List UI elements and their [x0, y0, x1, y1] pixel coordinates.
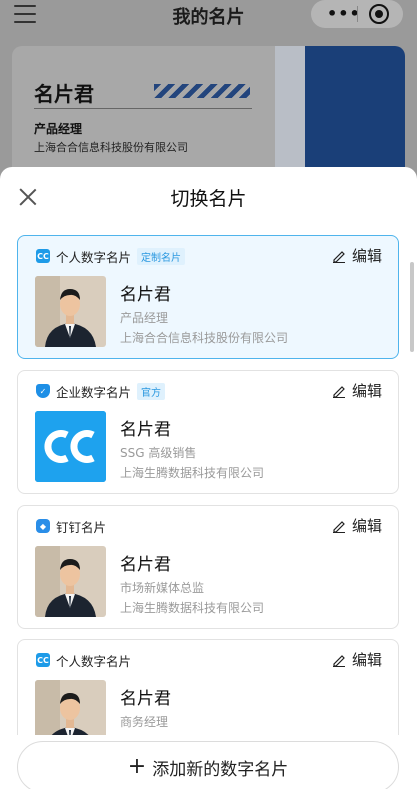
card-name: 名片君	[120, 689, 171, 709]
edit-button[interactable]: 编辑	[332, 515, 382, 536]
dingtalk-icon: ◆	[36, 519, 50, 533]
edit-button[interactable]: 编辑	[332, 380, 382, 401]
pencil-icon	[332, 385, 345, 398]
card-name: 名片君	[120, 420, 171, 440]
card-company: 上海合合信息科技股份有限公司	[34, 141, 188, 154]
pencil-icon	[332, 520, 345, 533]
card-type: ✓ 企业数字名片 官方	[36, 382, 166, 400]
company-logo	[35, 411, 106, 482]
edit-label: 编辑	[351, 247, 382, 265]
card-type-label: 个人数字名片	[56, 249, 132, 265]
card-divider	[34, 108, 252, 109]
avatar	[35, 276, 106, 347]
card-hatch-pattern	[154, 84, 250, 98]
card-name: 名片君	[120, 555, 171, 575]
card-title: 市场新媒体总监	[120, 581, 205, 595]
sheet-title: 切换名片	[170, 188, 247, 210]
card-list[interactable]: CC 个人数字名片 定制名片 编辑 名片君 产品经理 上海合合信息科技股份有限公…	[0, 235, 417, 735]
cc-icon: CC	[36, 653, 50, 667]
card-item-personal-selected[interactable]: CC 个人数字名片 定制名片 编辑 名片君 产品经理 上海合合信息科技股份有限公…	[17, 235, 399, 359]
plus-icon: +	[127, 754, 147, 779]
card-name: 名片君	[34, 82, 94, 106]
card-badge: 定制名片	[137, 247, 186, 265]
avatar	[35, 546, 106, 617]
card-title: SSG 高级销售	[120, 446, 197, 460]
card-company: 上海生腾数据科技有限公司	[120, 466, 265, 480]
card-title: 商务经理	[120, 715, 169, 729]
switch-card-sheet: 切换名片 CC 个人数字名片 定制名片 编辑 名片君 产品经理 上海合合信息科技…	[0, 167, 417, 789]
edit-label: 编辑	[351, 651, 382, 669]
scrollbar[interactable]	[410, 262, 414, 352]
avatar	[35, 680, 106, 735]
card-item-enterprise[interactable]: ✓ 企业数字名片 官方 编辑 名片君 SSG 高级销售 上海生腾数据科技有限公司	[17, 370, 399, 494]
mini-program-capsule[interactable]: •••	[311, 0, 403, 28]
edit-label: 编辑	[351, 382, 382, 400]
card-stripe-blue	[305, 46, 405, 186]
card-company: 上海生腾数据科技有限公司	[120, 601, 265, 615]
business-card-preview: 名片君 产品经理 上海合合信息科技股份有限公司	[12, 46, 405, 186]
edit-button[interactable]: 编辑	[332, 649, 382, 670]
card-type-label: 个人数字名片	[56, 653, 132, 669]
shield-icon: ✓	[36, 384, 50, 398]
sheet-header: 切换名片	[0, 167, 417, 227]
card-item-dingtalk[interactable]: ◆ 钉钉名片 编辑 名片君 市场新媒体总监 上海生腾数据科技有限公司	[17, 505, 399, 629]
pencil-icon	[332, 654, 345, 667]
edit-button[interactable]: 编辑	[332, 245, 382, 266]
capsule-divider	[357, 6, 358, 22]
top-bar: 我的名片 •••	[0, 0, 417, 30]
card-stripe	[275, 46, 305, 186]
edit-label: 编辑	[351, 517, 382, 535]
card-title: 产品经理	[34, 122, 83, 136]
card-name: 名片君	[120, 285, 171, 305]
card-type-label: 钉钉名片	[56, 519, 107, 535]
pencil-icon	[332, 250, 345, 263]
card-type-label: 企业数字名片	[56, 384, 132, 400]
more-icon[interactable]: •••	[327, 4, 361, 23]
card-company: 上海合合信息科技股份有限公司	[120, 331, 289, 345]
card-item-personal[interactable]: CC 个人数字名片 编辑 名片君 商务经理	[17, 639, 399, 735]
card-type: CC 个人数字名片 定制名片	[36, 247, 186, 265]
card-type: ◆ 钉钉名片	[36, 518, 107, 535]
card-title: 产品经理	[120, 311, 169, 325]
add-card-button[interactable]: + 添加新的数字名片	[17, 741, 399, 789]
card-type: CC 个人数字名片	[36, 652, 132, 669]
add-card-label: 添加新的数字名片	[152, 759, 289, 780]
card-badge: 官方	[137, 382, 166, 400]
close-target-icon[interactable]	[369, 4, 389, 24]
cc-icon: CC	[36, 249, 50, 263]
